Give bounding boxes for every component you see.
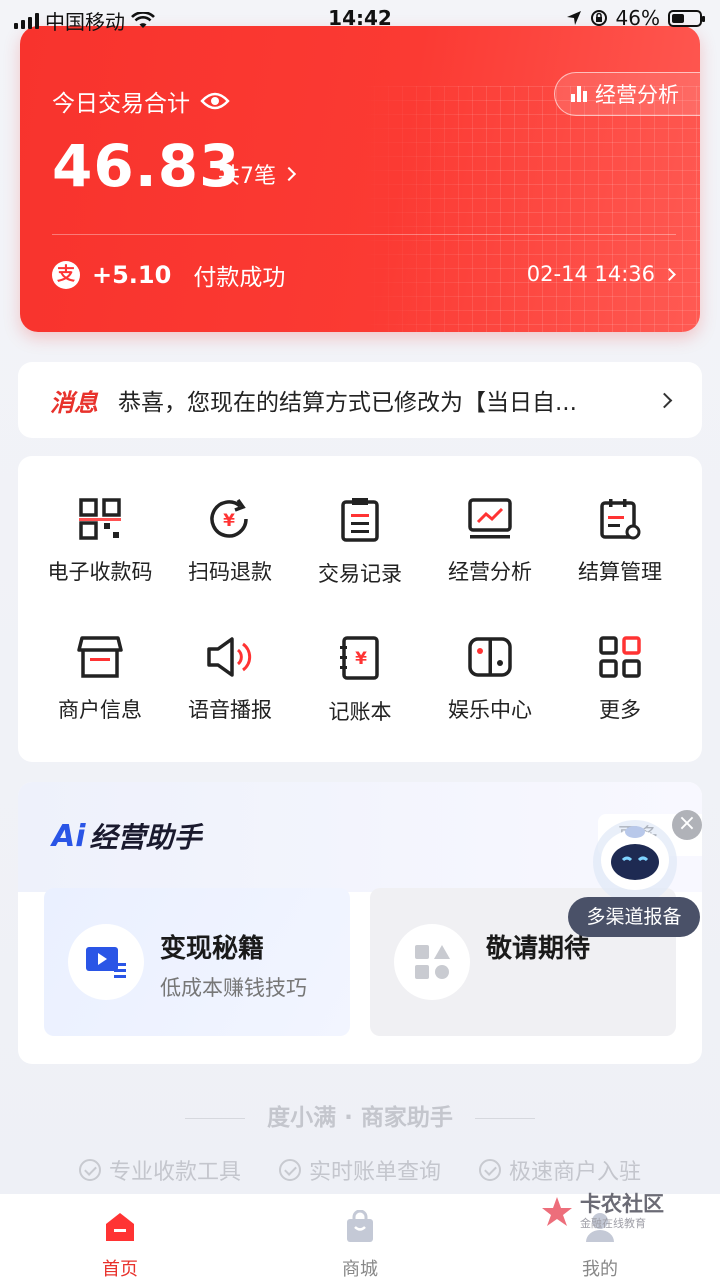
shapes-icon: [415, 945, 450, 979]
speaker-icon: [207, 637, 252, 677]
message-text: 恭喜，您现在的结算方式已修改为【当日自...: [118, 390, 577, 416]
menu-item-label: 更多: [599, 698, 641, 722]
menu-item-analysis[interactable]: 经营分析: [425, 496, 555, 626]
feature-item: 专业收款工具: [78, 1154, 241, 1186]
menu-item-ledger[interactable]: ¥ 记账本: [295, 634, 425, 764]
watermark: 卡农社区 金融在线教育: [540, 1192, 680, 1232]
menu-item-label: 娱乐中心: [448, 698, 532, 722]
ledger-icon: ¥: [340, 636, 379, 680]
tile-title: 敬请期待: [486, 934, 591, 964]
tile-title: 变现秘籍: [160, 934, 265, 964]
menu-item-label: 记账本: [328, 700, 392, 724]
message-banner[interactable]: 消息 恭喜，您现在的结算方式已修改为【当日自...: [18, 362, 702, 438]
menu-item-qr-code[interactable]: 电子收款码: [35, 496, 165, 626]
analysis-icon: [468, 498, 512, 539]
menu-item-voice[interactable]: 语音播报: [165, 634, 295, 764]
feature-label: 专业收款工具: [108, 1160, 241, 1185]
tab-label: 首页: [102, 1259, 138, 1280]
close-icon[interactable]: ×: [672, 810, 702, 840]
chevron-right-icon: [656, 392, 673, 408]
tab-shop[interactable]: 商城: [300, 1209, 420, 1280]
status-bar: 中国移动 14:42 46%: [0, 0, 720, 36]
menu-item-label: 结算管理: [578, 560, 662, 584]
location-icon: [566, 11, 581, 25]
menu-item-label: 经营分析: [448, 560, 532, 584]
battery-icon: [668, 9, 705, 27]
chevron-right-icon: [281, 166, 297, 182]
ai-title: Ai 经营助手: [52, 816, 202, 856]
menu-item-label: 商户信息: [58, 698, 142, 722]
rotation-lock-icon: [590, 10, 607, 26]
home-icon: [106, 1213, 134, 1241]
payment-delta: +5.10: [92, 261, 172, 289]
function-grid: 电子收款码 ¥ 扫码退款 交易记录 经营分析 结算管理 商户信息 语音播报 ¥ …: [18, 456, 702, 762]
feature-item: 实时账单查询: [278, 1154, 441, 1186]
menu-item-label: 交易记录: [318, 562, 402, 586]
tile-monetize-tips[interactable]: 变现秘籍 低成本赚钱技巧: [44, 888, 350, 1036]
shop-bag-icon: [347, 1209, 373, 1242]
record-icon: [341, 498, 379, 542]
business-analysis-button[interactable]: 经营分析: [554, 72, 700, 116]
grid-decoration: [360, 86, 700, 332]
message-tag: 消息: [50, 388, 98, 417]
menu-item-records[interactable]: 交易记录: [295, 496, 425, 626]
tile-subtitle: 低成本赚钱技巧: [160, 976, 307, 1000]
tile-icon-circle: [68, 924, 144, 1000]
ai-title-text: 经营助手: [89, 821, 202, 854]
menu-item-label: 语音播报: [188, 698, 272, 722]
menu-item-more[interactable]: 更多: [555, 634, 685, 764]
payment-status: 付款成功: [193, 265, 286, 291]
battery-percent: 46%: [615, 6, 660, 30]
feature-list: 专业收款工具 实时账单查询 极速商户入驻: [0, 1154, 720, 1186]
last-payment-row[interactable]: 支 +5.10 付款成功: [52, 258, 285, 292]
menu-item-refund[interactable]: ¥ 扫码退款: [165, 496, 295, 626]
watermark-subtitle: 金融在线教育: [580, 1217, 646, 1230]
robot-icon: [593, 820, 677, 904]
tile-icon-circle: [394, 924, 470, 1000]
eye-icon[interactable]: [200, 91, 230, 111]
refund-icon: ¥: [210, 498, 248, 538]
watermark-title: 卡农社区: [580, 1192, 664, 1216]
bar-chart-icon: [571, 86, 587, 102]
business-analysis-label: 经营分析: [595, 83, 679, 107]
menu-item-settlement[interactable]: 结算管理: [555, 496, 685, 626]
tab-label: 我的: [582, 1259, 618, 1280]
video-icon: [86, 947, 126, 978]
check-circle-icon: [479, 1159, 501, 1181]
menu-item-label: 扫码退款: [188, 560, 272, 584]
payment-datetime-link[interactable]: 02-14 14:36: [526, 262, 676, 286]
brand-footer: 度小满 · 商家助手: [0, 1098, 720, 1132]
svg-text:¥: ¥: [355, 649, 367, 669]
tab-home[interactable]: 首页: [60, 1210, 180, 1280]
feature-item: 极速商户入驻: [479, 1154, 641, 1186]
tab-label: 商城: [342, 1259, 378, 1280]
summary-title: 今日交易合计: [52, 84, 230, 118]
check-circle-icon: [278, 1159, 301, 1181]
menu-item-label: 电子收款码: [47, 560, 153, 584]
summary-title-text: 今日交易合计: [52, 91, 190, 117]
assistant-bot[interactable]: [590, 810, 680, 910]
multi-channel-report-button[interactable]: 多渠道报备: [568, 897, 700, 937]
chevron-right-icon: [663, 267, 676, 281]
divider: [52, 234, 676, 235]
feature-label: 极速商户入驻: [509, 1160, 642, 1185]
transaction-summary-card: 今日交易合计 经营分析 46.83 共7笔 支 +5.10 付款成功 02-14…: [20, 26, 700, 332]
transaction-count-link[interactable]: 共7笔: [218, 158, 297, 190]
alipay-icon: 支: [52, 261, 80, 289]
settlement-icon: [600, 499, 641, 540]
qr-code-icon: [79, 498, 121, 540]
total-amount: 46.83: [52, 132, 241, 200]
payment-datetime: 02-14 14:36: [526, 262, 655, 286]
check-circle-icon: [78, 1159, 101, 1181]
svg-text:¥: ¥: [223, 511, 235, 531]
more-grid-icon: [599, 636, 641, 678]
transaction-count: 共7笔: [218, 164, 276, 189]
menu-item-merchant-info[interactable]: 商户信息: [35, 634, 165, 764]
watermark-logo-icon: [542, 1197, 572, 1226]
menu-item-entertainment[interactable]: 娱乐中心: [425, 634, 555, 764]
ai-logo: Ai: [52, 818, 86, 854]
store-icon: [77, 636, 123, 678]
game-icon: [468, 637, 512, 677]
feature-label: 实时账单查询: [308, 1160, 441, 1185]
